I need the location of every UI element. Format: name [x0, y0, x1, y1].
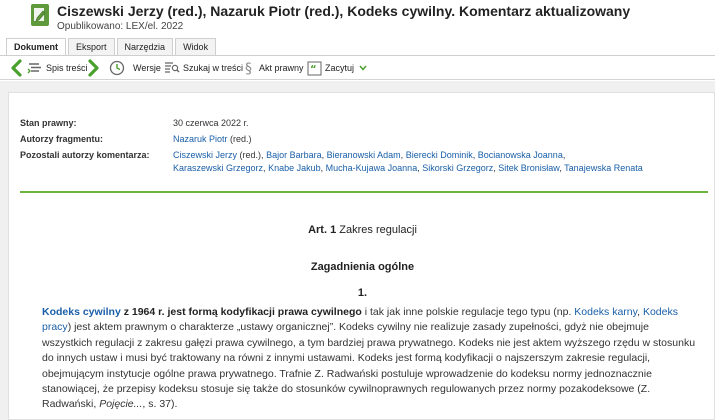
fragment-authors: Nazaruk Piotr (red.) — [173, 134, 252, 144]
tab-dokument[interactable]: Dokument — [6, 38, 67, 56]
legal-act-button[interactable]: § Akt prawny — [244, 59, 304, 77]
author-link[interactable]: Mucha-Kujawa Joanna — [326, 163, 418, 173]
commentary-paragraph: Kodeks cywilny z 1964 r. jest formą kody… — [42, 306, 696, 411]
section-heading: Zagadnienia ogólne — [310, 261, 415, 273]
other-authors-line-2: Karaszewski Grzegorz, Knabe Jakub, Mucha… — [173, 163, 643, 173]
cite-button[interactable]: “ Zacytuj — [307, 59, 370, 77]
author-link[interactable]: Nazaruk Piotr — [173, 134, 228, 144]
tab-eksport[interactable]: Eksport — [68, 38, 115, 55]
search-in-text-label: Szukaj w treści — [183, 63, 244, 73]
paragraph-icon: § — [245, 61, 252, 76]
article-heading: Art. 1 Zakres regulacji — [9, 224, 715, 236]
svg-text:§: § — [245, 61, 252, 76]
article-number: Art. 1 — [308, 224, 337, 236]
emphasis-text: z 1964 r. jest formą kodyfikacji prawa c… — [123, 306, 362, 318]
author-link[interactable]: Bajor Barbara — [266, 150, 322, 160]
author-link[interactable]: Sitek Bronisław — [498, 163, 559, 173]
search-in-text-button[interactable]: Szukaj w treści — [164, 59, 243, 77]
meta-divider — [20, 191, 708, 193]
author-link[interactable]: Karaszewski Grzegorz — [173, 163, 263, 173]
point-number: 1. — [357, 287, 368, 299]
cite-label: Zacytuj — [325, 63, 355, 73]
toc-label: Spis treści — [46, 63, 88, 73]
other-authors-line-1: Ciszewski Jerzy (red.), Bajor Barbara, B… — [173, 150, 566, 160]
tab-narzedzia[interactable]: Narzędzia — [116, 38, 174, 55]
list-icon — [27, 63, 41, 74]
versions-button[interactable]: Wersje — [109, 59, 161, 77]
versions-label: Wersje — [133, 63, 161, 73]
author-link[interactable]: Knabe Jakub — [268, 163, 321, 173]
svg-text:“: “ — [310, 64, 317, 75]
document-viewport[interactable]: Stan prawny: 30 czerwca 2022 r. Autorzy … — [0, 81, 715, 420]
author-link[interactable]: Tanajewska Renata — [564, 163, 643, 173]
author-role: (red.), — [239, 150, 264, 160]
act-link[interactable]: Kodeks cywilny — [42, 306, 121, 318]
chevron-left-icon — [11, 59, 22, 77]
document-page: Stan prawny: 30 czerwca 2022 r. Autorzy … — [8, 92, 715, 420]
author-link[interactable]: Ciszewski Jerzy — [173, 150, 237, 160]
article-name: Zakres regulacji — [339, 224, 417, 236]
author-link[interactable]: Bierecki Dominik — [406, 150, 473, 160]
document-icon — [31, 4, 49, 26]
legal-act-label: Akt prawny — [259, 63, 304, 73]
tab-widok[interactable]: Widok — [175, 38, 217, 55]
page-title: Ciszewski Jerzy (red.), Nazaruk Piotr (r… — [57, 3, 631, 19]
search-text-icon — [165, 62, 180, 73]
fragment-authors-label: Autorzy fragmentu: — [20, 134, 103, 144]
next-button[interactable] — [87, 59, 104, 77]
chevron-right-icon — [88, 59, 99, 77]
author-link[interactable]: Bocianowska Joanna — [478, 150, 563, 160]
chevron-down-icon — [359, 65, 367, 71]
document-header: Ciszewski Jerzy (red.), Nazaruk Piotr (r… — [0, 0, 715, 36]
legal-state-value: 30 czerwca 2022 r. — [173, 118, 249, 128]
ribbon-tabs: Dokument Eksport Narzędzia Widok — [6, 38, 218, 56]
author-link[interactable]: Sikorski Grzegorz — [422, 163, 493, 173]
publication-info: Opublikowano: LEX/el. 2022 — [57, 21, 184, 32]
quote-icon: “ — [307, 61, 322, 75]
other-authors-label: Pozostali autorzy komentarza: — [20, 150, 150, 160]
toc-button[interactable]: Spis treści — [27, 59, 88, 77]
legal-state-label: Stan prawny: — [20, 118, 77, 128]
previous-button[interactable] — [9, 59, 26, 77]
author-role: (red.) — [230, 134, 252, 144]
author-link[interactable]: Bieranowski Adam — [327, 150, 401, 160]
toolbar: Spis treści Wersje Szukaj w treści § Akt… — [0, 56, 715, 80]
clock-icon — [109, 60, 125, 76]
act-link[interactable]: Kodeks karny — [574, 306, 637, 318]
